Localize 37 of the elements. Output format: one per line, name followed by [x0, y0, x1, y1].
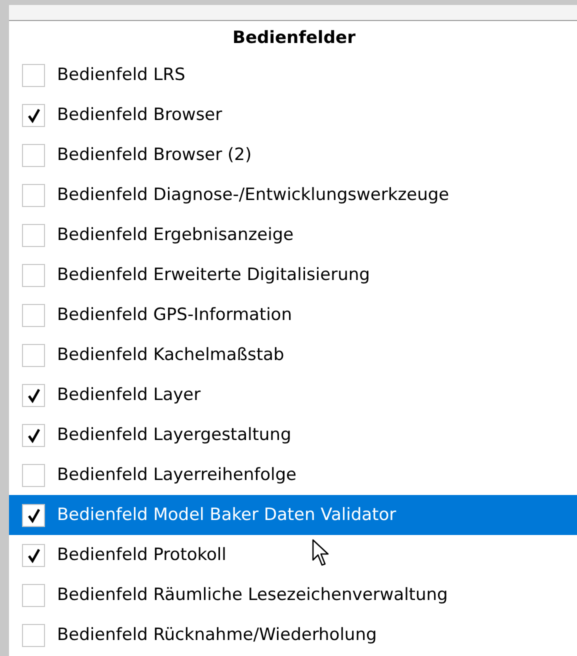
checkbox[interactable] [22, 344, 45, 366]
menu-item[interactable]: Bedienfeld Browser (2) [9, 135, 577, 175]
checkmark-icon [26, 428, 40, 442]
menu-item[interactable]: Bedienfeld Erweiterte Digitalisierung [9, 255, 577, 295]
checkbox[interactable] [22, 384, 45, 406]
checkmark-icon [26, 508, 40, 522]
checkbox[interactable] [22, 104, 45, 126]
menu-item[interactable]: Bedienfeld Kachelmaßstab [9, 335, 577, 375]
menu-item[interactable]: Bedienfeld Layerreihenfolge [9, 455, 577, 495]
menu-item[interactable]: Bedienfeld Model Baker Daten Validator [9, 495, 577, 535]
menu-item[interactable]: Bedienfeld Rücknahme/Wiederholung [9, 615, 577, 655]
checkbox[interactable] [22, 464, 45, 486]
checkbox[interactable] [22, 184, 45, 206]
menu-item[interactable]: Bedienfeld Layer [9, 375, 577, 415]
menu-item[interactable]: Bedienfeld Räumliche Lesezeichenverwaltung [9, 575, 577, 615]
menu-item[interactable]: Bedienfeld GPS-Information [9, 295, 577, 335]
menu-item[interactable]: Bedienfeld Layergestaltung [9, 415, 577, 455]
checkbox[interactable] [22, 544, 45, 566]
checkbox[interactable] [22, 144, 45, 166]
menu-item[interactable]: Bedienfeld Browser [9, 95, 577, 135]
checkbox[interactable] [22, 304, 45, 326]
checkbox[interactable] [22, 504, 45, 526]
menu-item[interactable]: Bedienfeld Ergebnisanzeige [9, 215, 577, 255]
menu-item[interactable]: Bedienfeld Protokoll [9, 535, 577, 575]
checkbox[interactable] [22, 584, 45, 606]
menu-item[interactable]: Bedienfeld LRS [9, 55, 577, 95]
checkbox[interactable] [22, 264, 45, 286]
checkbox[interactable] [22, 424, 45, 446]
checkmark-icon [26, 548, 40, 562]
menu-title: Bedienfelder [232, 27, 356, 50]
checkbox[interactable] [22, 64, 45, 86]
checkbox[interactable] [22, 224, 45, 246]
cursor-icon [312, 539, 330, 567]
checkmark-icon [26, 108, 40, 122]
menu-item[interactable]: Bedienfeld Diagnose-/Entwicklungswerkzeuge [9, 175, 577, 215]
checkmark-icon [26, 388, 40, 402]
checkbox[interactable] [22, 624, 45, 646]
